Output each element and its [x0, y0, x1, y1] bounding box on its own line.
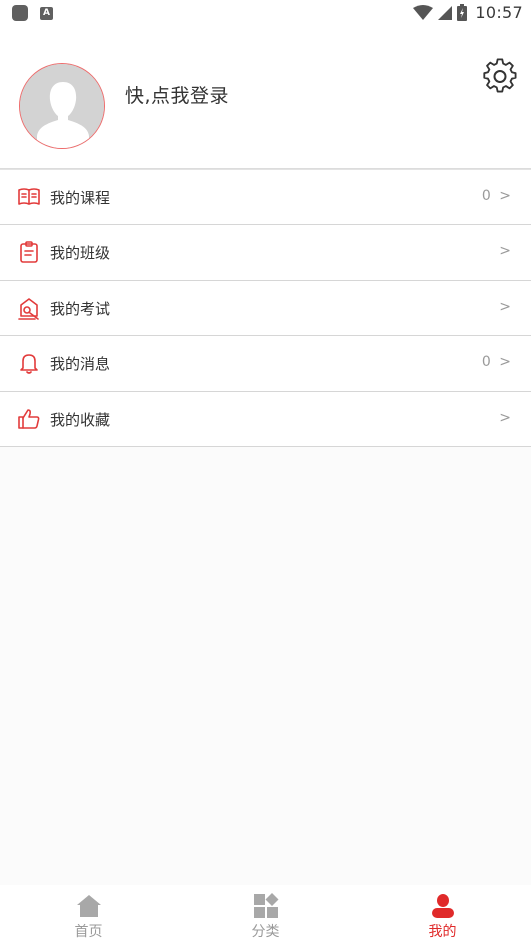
default-avatar-icon[interactable] — [19, 63, 105, 149]
bottom-nav: 首页 分类 我的 — [0, 885, 531, 947]
menu-item-exams[interactable]: 我的考试 > — [0, 280, 531, 337]
menu-item-classes[interactable]: 我的班级 > — [0, 225, 531, 281]
menu-item-count: 0 > — [481, 188, 513, 204]
nav-label: 首页 — [74, 924, 103, 940]
signal-icon — [438, 5, 453, 20]
menu-item-favorites[interactable]: 我的收藏 > — [0, 391, 531, 447]
battery-icon — [457, 4, 468, 21]
menu-item-label: 我的班级 — [50, 244, 111, 263]
home-icon — [76, 895, 101, 917]
thumbs-up-icon — [18, 408, 40, 429]
nav-label: 分类 — [251, 924, 280, 940]
exam-icon — [18, 297, 39, 320]
wifi-icon — [413, 4, 434, 20]
menu-item-label: 我的考试 — [50, 299, 111, 318]
status-bar-left: A — [12, 5, 53, 21]
app-icon — [12, 5, 28, 21]
status-bar: A 10:57 — [0, 0, 531, 28]
gear-icon[interactable] — [482, 58, 518, 94]
status-bar-right: 10:57 — [413, 3, 523, 22]
menu-item-chevron: > — [499, 298, 513, 315]
category-icon — [253, 893, 278, 918]
menu-list: 我的课程 0 > 我的班级 > 我的考试 > 我的消息 0 > 我的收藏 > — [0, 170, 531, 447]
menu-item-chevron: > — [499, 243, 513, 260]
clipboard-icon — [20, 241, 38, 264]
a-icon: A — [40, 6, 53, 20]
status-time: 10:57 — [475, 3, 523, 22]
menu-item-messages[interactable]: 我的消息 0 > — [0, 336, 531, 392]
nav-item-profile[interactable]: 我的 — [354, 885, 531, 947]
menu-item-label: 我的收藏 — [50, 410, 111, 429]
menu-item-label: 我的消息 — [50, 355, 111, 374]
menu-item-chevron: > — [499, 409, 513, 426]
login-prompt[interactable]: 快,点我登录 — [125, 81, 229, 108]
user-icon — [431, 894, 454, 918]
bell-icon — [20, 354, 38, 374]
nav-item-home[interactable]: 首页 — [0, 885, 177, 947]
menu-item-label: 我的课程 — [50, 189, 111, 207]
menu-item-count: 0 > — [481, 354, 513, 371]
menu-item-courses[interactable]: 我的课程 0 > — [0, 170, 531, 226]
book-icon — [18, 188, 40, 205]
profile-header[interactable]: 快,点我登录 — [0, 28, 531, 168]
nav-label: 我的 — [428, 924, 457, 940]
nav-item-category[interactable]: 分类 — [177, 885, 354, 947]
